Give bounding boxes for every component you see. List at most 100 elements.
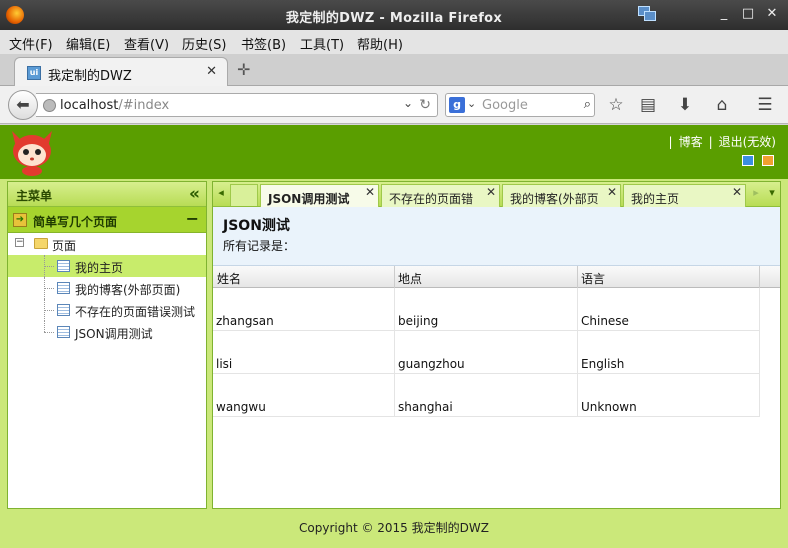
table-row[interactable]: lisi guangzhou English [213,331,760,374]
logout-link[interactable]: 退出(无效) [719,135,776,149]
theme-blue-swatch[interactable] [742,155,754,166]
back-button[interactable]: ⬅ [8,90,38,120]
tab-home[interactable]: 我的主页 ✕ [623,184,746,207]
page-icon [57,304,70,316]
tab-label: 我的主页 [631,192,680,206]
globe-icon [43,99,56,112]
content-area: ◂ JSON调用测试 ✕ 不存在的页面错 ✕ 我的博客(外部页 ✕ 我的主页 ✕ [212,181,781,509]
collapse-sidebar-icon[interactable]: « [189,184,200,204]
tab-close-icon[interactable]: ✕ [607,185,617,199]
table-row[interactable]: zhangsan beijing Chinese [213,288,760,331]
url-bar[interactable]: localhost/#index ⌄ ↻ [36,93,438,117]
browser-tab[interactable]: ui 我定制的DWZ ✕ [14,57,228,87]
search-placeholder[interactable]: Google [482,98,528,113]
sidebar: 主菜单 « ➜ 简单写几个页面 − − 页面 我的主页 我的博客(外部页面) 不… [7,181,207,509]
menu-history[interactable]: 历史(S) [182,34,226,53]
favicon-icon: ui [27,66,41,80]
workspace-switcher-icon[interactable] [638,6,658,24]
table-row[interactable]: wangwu shanghai Unknown [213,374,760,417]
menu-bookmarks[interactable]: 书签(B) [241,34,286,53]
theme-orange-swatch[interactable] [762,155,774,166]
menu-tree: − 页面 我的主页 我的博客(外部页面) 不存在的页面错误测试 JSON调用测试 [8,233,206,343]
tab-json-test[interactable]: JSON调用测试 ✕ [260,184,379,208]
search-bar[interactable]: g ⌄ Google ⌕ [445,93,595,117]
downloads-icon[interactable]: ⬇ [675,95,695,115]
menu-tools[interactable]: 工具(T) [300,34,344,53]
page-title: JSON测试 [223,218,290,234]
page-icon [57,282,70,294]
theme-switcher [734,155,774,169]
navigation-bar: localhost/#index ⌄ ↻ ⬅ g ⌄ Google ⌕ ☆ ▤ … [0,86,788,124]
url-history-dropdown-icon[interactable]: ⌄ [403,96,413,110]
tab-scroll-right-icon[interactable]: ▸ [748,182,764,206]
close-window-button[interactable]: ✕ [764,6,780,22]
bookmark-star-icon[interactable]: ☆ [606,95,626,115]
menu-hamburger-icon[interactable]: ☰ [755,95,775,115]
tab-error-page[interactable]: 不存在的页面错 ✕ [381,184,500,207]
column-header-name[interactable]: 姓名 [217,270,241,287]
tab-close-icon[interactable]: ✕ [365,185,375,199]
menu-bar: 文件(F) 编辑(E) 查看(V) 历史(S) 书签(B) 工具(T) 帮助(H… [0,30,788,54]
minimize-button[interactable]: _ [716,6,732,22]
binoculars-icon[interactable]: ⌕ [584,97,591,112]
column-header-location[interactable]: 地点 [398,270,422,287]
tree-collapse-icon[interactable]: − [15,238,24,247]
menu-edit[interactable]: 编辑(E) [66,34,110,53]
tab-scroll-left-icon[interactable]: ◂ [213,182,229,206]
tree-folder[interactable]: − 页面 [8,233,206,255]
browser-tab-strip: ui 我定制的DWZ ✕ [0,54,788,87]
fox-logo-icon [12,131,52,176]
tab-blog[interactable]: 我的博客(外部页 ✕ [502,184,621,207]
window-title: 我定制的DWZ - Mozilla Firefox [285,11,503,26]
reload-icon[interactable]: ↻ [419,97,431,113]
cell-location: shanghai [398,400,453,414]
search-engine-icon[interactable]: g [449,97,465,113]
content-tab-bar: ◂ JSON调用测试 ✕ 不存在的页面错 ✕ 我的博客(外部页 ✕ 我的主页 ✕ [213,182,780,208]
tree-item-label: 不存在的页面错误测试 [75,305,196,319]
tab-close-icon[interactable]: ✕ [486,185,496,199]
cell-language: Unknown [581,400,637,414]
close-tab-icon[interactable]: ✕ [206,64,217,79]
page-header: | 博客 | 退出(无效) [0,125,788,179]
tab-list-dropdown-icon[interactable]: ▾ [764,182,780,206]
menu-view[interactable]: 查看(V) [124,34,169,53]
search-engine-dropdown-icon[interactable]: ⌄ [467,97,476,110]
tree-item-error-test[interactable]: 不存在的页面错误测试 [8,299,206,321]
browser-tab-label: 我定制的DWZ [48,69,132,84]
accordion-toggle-icon[interactable]: − [186,209,199,228]
folder-icon [34,238,48,249]
data-table: 姓名 地点 语言 zhangsan beijing Chinese lisi g… [213,266,780,417]
tree-item-label: 我的博客(外部页面) [75,283,181,297]
tree-item-home[interactable]: 我的主页 [8,255,206,277]
tree-item-blog[interactable]: 我的博客(外部页面) [8,277,206,299]
back-arrow-icon: ⬅ [16,95,30,114]
menu-file[interactable]: 文件(F) [9,34,53,53]
page-icon [57,260,70,272]
tab-label: JSON调用测试 [268,192,350,206]
sidebar-header: 主菜单 « [8,182,206,207]
page-subtitle: 所有记录是： [223,239,296,253]
tab-close-icon[interactable]: ✕ [732,185,742,199]
menu-help[interactable]: 帮助(H) [357,34,403,53]
reading-list-icon[interactable]: ▤ [638,95,658,115]
cell-location: beijing [398,314,439,328]
column-header-language[interactable]: 语言 [581,270,605,287]
header-links: | 博客 | 退出(无效) [668,135,776,149]
sidebar-title: 主菜单 [16,189,53,203]
cell-name: wangwu [216,400,266,414]
tab-label: 我的博客(外部页 [510,192,599,206]
tree-item-json-test[interactable]: JSON调用测试 [8,321,206,343]
tab-label: 不存在的页面错 [389,192,474,206]
web-page: | 博客 | 退出(无效) 主菜单 « ➜ 简单写几个页面 − − 页面 我的主… [0,125,788,548]
cell-name: lisi [216,357,233,371]
page-panel-header: JSON测试 所有记录是： [213,207,780,266]
table-header: 姓名 地点 语言 [213,266,780,288]
blog-link[interactable]: 博客 [679,135,703,149]
maximize-button[interactable]: □ [740,6,756,22]
home-tab[interactable] [230,184,258,206]
home-icon[interactable]: ⌂ [712,95,732,115]
accordion-header[interactable]: ➜ 简单写几个页面 − [8,207,206,233]
new-tab-button[interactable]: ✛ [237,60,250,79]
accordion-page-icon: ➜ [13,213,27,227]
url-text[interactable]: localhost/#index [60,98,169,113]
